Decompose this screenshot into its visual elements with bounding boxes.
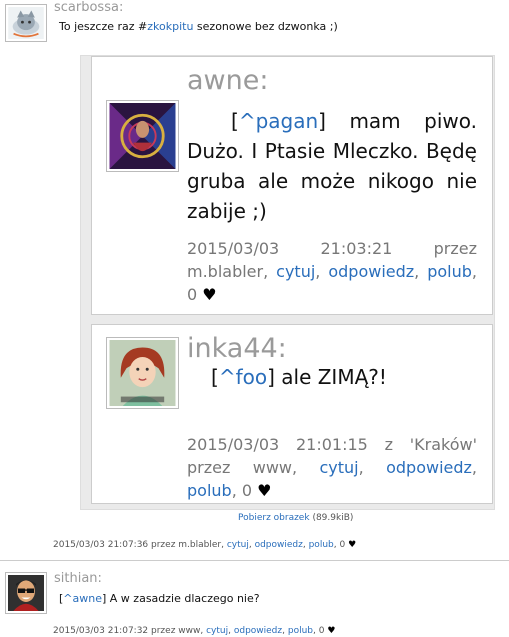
card2-odpowiedz: odpowiedz [386, 458, 472, 477]
download-size: (89.9kiB) [312, 513, 354, 523]
heart-icon: ♥ [202, 285, 217, 304]
download-image-link[interactable]: Pobierz obrazek [238, 513, 310, 523]
card2-text: [^foo] ale ZIMĄ?! [211, 365, 387, 389]
avatar-sithian[interactable] [5, 572, 47, 614]
hashtag-link[interactable]: zkokpitu [147, 20, 193, 33]
heart-icon: ♥ [327, 626, 336, 636]
card1-text: [^pagan] mam piwo. Dużo. I Ptasie Mleczk… [187, 109, 477, 223]
post1-odpowiedz-link[interactable]: odpowiedz [255, 540, 303, 550]
card1-meta: 2015/03/03 21:03:21 przez m.blabler, cyt… [187, 239, 478, 304]
post2-mention[interactable]: ^awne [63, 592, 102, 605]
post2-polub-link[interactable]: polub [288, 626, 313, 636]
post2-datetime: 2015/03/03 21:07:32 przez www, [53, 626, 204, 636]
quoted-card-inka44: inka44: [^foo] ale ZIMĄ?! 2015/03/03 21:… [91, 324, 493, 504]
avatar-scarbossa[interactable] [5, 4, 47, 42]
post1-meta: 2015/03/03 21:07:36 przez m.blabler, cyt… [53, 540, 357, 550]
embedded-image[interactable]: awne: [^pagan] mam piwo. Dużo. I Ptasie … [80, 55, 495, 510]
card2-body: ] ale ZIMĄ?! [267, 365, 387, 389]
heart-icon: ♥ [257, 481, 272, 500]
card2-meta: 2015/03/03 21:01:15 z 'Kraków' przez www… [187, 435, 478, 500]
card1-odpowiedz: odpowiedz [328, 262, 415, 281]
post2-likes: , 0 [313, 626, 325, 636]
card1-mention: ^pagan [238, 109, 319, 133]
post1-text-after: sezonowe bez dzwonka ;) [193, 20, 338, 33]
card1-polub: polub [427, 262, 472, 281]
post2-body: ] A w zasadzie dlaczego nie? [102, 592, 260, 605]
post1-datetime: 2015/03/03 21:07:36 przez m.blabler, [53, 540, 224, 550]
post1-username[interactable]: scarbossa: [54, 0, 123, 15]
quoted-card-awne: awne: [^pagan] mam piwo. Dużo. I Ptasie … [91, 56, 493, 315]
post2-cytuj-link[interactable]: cytuj [206, 626, 228, 636]
post2-message: [^awne] A w zasadzie dlaczego nie? [59, 592, 260, 605]
post1-cytuj-link[interactable]: cytuj [227, 540, 249, 550]
post2-odpowiedz-link[interactable]: odpowiedz [234, 626, 282, 636]
avatar-inka44 [106, 337, 179, 409]
avatar-awne [106, 100, 179, 172]
post1-likes: , 0 [333, 540, 346, 550]
post-divider [0, 560, 509, 561]
post1-polub-link[interactable]: polub [309, 540, 334, 550]
card1-username: awne: [187, 65, 269, 96]
post2-meta: 2015/03/03 21:07:32 przez www, cytuj, od… [53, 626, 336, 636]
heart-icon: ♥ [348, 540, 357, 550]
post1-text-before: To jeszcze raz # [59, 20, 148, 33]
post1-message: To jeszcze raz #zkokpitu sezonowe bez dz… [59, 20, 338, 33]
card1-body: ] mam piwo. Dużo. I Ptasie Mleczko. Będę… [187, 109, 477, 223]
card2-polub: polub [187, 481, 232, 500]
card2-cytuj: cytuj [319, 458, 359, 477]
card2-username: inka44: [187, 333, 287, 364]
download-row: Pobierz obrazek (89.9kiB) [238, 513, 353, 523]
card2-mention: ^foo [218, 365, 268, 389]
card1-cytuj: cytuj [276, 262, 316, 281]
post2-username[interactable]: sithian: [54, 571, 102, 586]
card2-likes: , 0 [231, 481, 253, 500]
